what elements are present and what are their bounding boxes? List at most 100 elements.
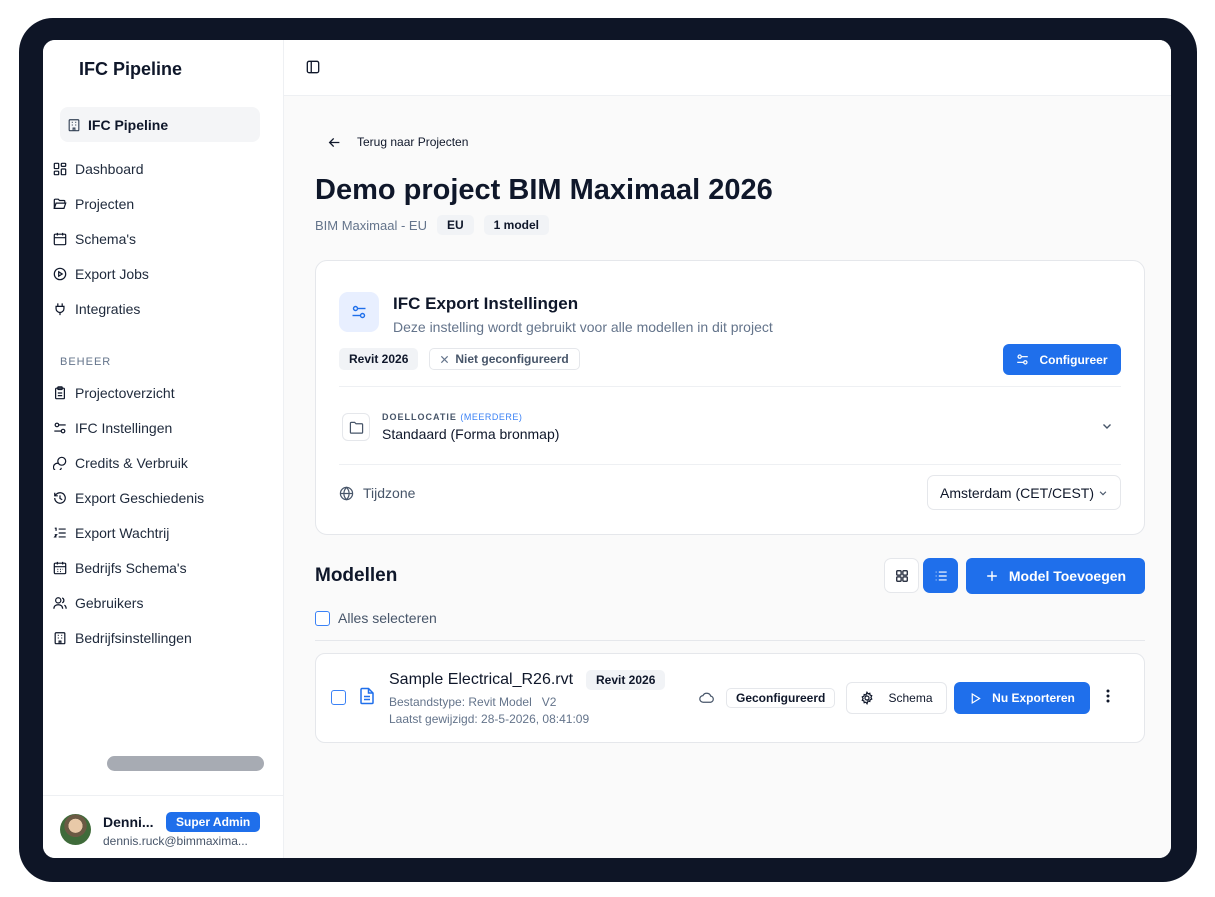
nav-item-export-jobs[interactable]: Export Jobs xyxy=(52,256,272,291)
sliders-icon xyxy=(352,305,366,319)
export-now-button[interactable]: Nu Exporteren xyxy=(954,682,1090,714)
export-now-label: Nu Exporteren xyxy=(992,691,1075,705)
project-meta: BIM Maximaal - EU EU 1 model xyxy=(315,215,549,235)
add-model-label: Model Toevoegen xyxy=(1008,568,1127,584)
timezone-select[interactable]: Amsterdam (CET/CEST) xyxy=(927,475,1121,510)
play-icon xyxy=(971,692,981,704)
settings-card-icon-box xyxy=(339,292,379,332)
play-circle-icon xyxy=(53,267,67,280)
avatar xyxy=(60,814,91,845)
sliders-icon xyxy=(54,422,66,433)
models-title: Modellen xyxy=(315,565,398,586)
sidebar: IFC Pipeline IFC Pipeline Dashboard Proj… xyxy=(43,40,284,858)
nav-label: Export Wachtrij xyxy=(75,524,170,541)
close-icon xyxy=(441,355,449,363)
destination-label: DOELLOCATIE (MEERDERE) xyxy=(382,412,522,422)
back-link-label: Terug naar Projecten xyxy=(357,135,469,149)
plus-icon xyxy=(987,571,997,581)
app-window: IFC Pipeline IFC Pipeline Dashboard Proj… xyxy=(43,40,1171,858)
calendar-icon xyxy=(53,232,67,245)
nav-label: Bedrijfs Schema's xyxy=(75,559,187,576)
workspace-selector[interactable]: IFC Pipeline xyxy=(60,107,260,142)
select-all-checkbox[interactable] xyxy=(315,610,330,626)
calendar-grid-icon xyxy=(53,561,67,574)
model-name[interactable]: Sample Electrical_R26.rvt xyxy=(389,671,573,689)
schema-button[interactable]: Schema xyxy=(846,682,947,714)
sliders-icon xyxy=(1017,354,1029,365)
add-model-button[interactable]: Model Toevoegen xyxy=(966,558,1145,594)
top-bar xyxy=(284,40,1171,96)
destination-label-text: DOELLOCATIE xyxy=(382,412,457,422)
cloud-icon xyxy=(699,692,714,703)
company-name: BIM Maximaal - EU xyxy=(315,217,427,233)
history-icon xyxy=(54,491,66,504)
model-count-tag: 1 model xyxy=(483,215,549,235)
model-modified: Laatst gewijzigd: 28-5-2026, 08:41:09 xyxy=(389,712,590,726)
card-divider xyxy=(339,464,1121,465)
nav-label: Projecten xyxy=(75,195,135,212)
nav-label: Bedrijfsinstellingen xyxy=(75,629,192,646)
configure-label: Configureer xyxy=(1039,352,1108,367)
model-checkbox[interactable] xyxy=(331,690,346,705)
destination-hint: (MEERDERE) xyxy=(460,412,523,422)
user-menu[interactable]: Denni... Super Admin dennis.ruck@bimmaxi… xyxy=(43,795,284,858)
model-type-line: Bestandstype: Revit Model V2 xyxy=(389,695,556,709)
user-email: dennis.ruck@bimmaxima... xyxy=(103,834,248,848)
chevron-down-icon[interactable] xyxy=(1101,420,1113,432)
nav-item-export-wachtrij[interactable]: Export Wachtrij xyxy=(52,515,272,550)
nav-label: Schema's xyxy=(75,230,137,247)
file-text-icon xyxy=(360,687,374,705)
nav-item-dashboard[interactable]: Dashboard xyxy=(52,151,272,186)
building-icon xyxy=(54,631,66,644)
sidebar-scrollbar[interactable] xyxy=(107,756,264,771)
nav-label: Export Geschiedenis xyxy=(75,489,205,506)
role-badge: Super Admin xyxy=(166,812,261,832)
list-divider xyxy=(315,640,1145,641)
timezone-value: Amsterdam (CET/CEST) xyxy=(940,484,1095,501)
destination-value: Standaard (Forma bronmap) xyxy=(382,426,560,442)
folder-open-icon xyxy=(53,198,67,209)
nav-item-export-geschiedenis[interactable]: Export Geschiedenis xyxy=(52,480,272,515)
plug-icon xyxy=(55,302,65,315)
workspace-label: IFC Pipeline xyxy=(88,116,169,133)
admin-nav: Projectoverzicht IFC Instellingen Credit… xyxy=(52,375,272,655)
configure-button[interactable]: Configureer xyxy=(1003,344,1121,375)
main-content: Terug naar Projecten Demo project BIM Ma… xyxy=(284,40,1171,858)
settings-card-title: IFC Export Instellingen xyxy=(393,294,579,313)
nav-item-bedrijfs-schemas[interactable]: Bedrijfs Schema's xyxy=(52,550,272,585)
nav-label: IFC Instellingen xyxy=(75,419,173,436)
nav-item-integraties[interactable]: Integraties xyxy=(52,291,272,326)
nav-label: Export Jobs xyxy=(75,265,149,282)
model-row: Sample Electrical_R26.rvt Revit 2026 Bes… xyxy=(315,653,1145,743)
nav-item-projectoverzicht[interactable]: Projectoverzicht xyxy=(52,375,272,410)
card-divider xyxy=(339,386,1121,387)
nav-item-projecten[interactable]: Projecten xyxy=(52,186,272,221)
nav-label: Integraties xyxy=(75,300,141,317)
user-name: Denni... xyxy=(103,814,154,830)
select-all[interactable]: Alles selecteren xyxy=(315,610,437,626)
clipboard-icon xyxy=(55,385,65,399)
globe-icon xyxy=(339,486,354,500)
config-status-tag: Niet geconfigureerd xyxy=(429,348,580,370)
grid-view-button[interactable] xyxy=(884,558,919,593)
nav-label: Credits & Verbruik xyxy=(75,454,188,471)
list-ordered-icon xyxy=(53,527,66,538)
folder-icon xyxy=(349,421,363,434)
nav-item-gebruikers[interactable]: Gebruikers xyxy=(52,585,272,620)
nav-item-schemas[interactable]: Schema's xyxy=(52,221,272,256)
config-status-label: Niet geconfigureerd xyxy=(455,352,569,366)
model-status-tag: Geconfigureerd xyxy=(726,688,836,708)
sidebar-toggle-icon[interactable] xyxy=(306,60,320,74)
more-vertical-icon[interactable] xyxy=(1106,689,1110,703)
nav-label: Dashboard xyxy=(75,160,144,177)
nav-item-bedrijfsinstellingen[interactable]: Bedrijfsinstellingen xyxy=(52,620,272,655)
primary-nav: Dashboard Projecten Schema's Export Jobs… xyxy=(52,151,272,326)
nav-item-ifc-instellingen[interactable]: IFC Instellingen xyxy=(52,410,272,445)
model-revision: V2 xyxy=(541,695,557,709)
grid-icon xyxy=(895,569,908,582)
nav-item-credits[interactable]: Credits & Verbruik xyxy=(52,445,272,480)
back-link[interactable]: Terug naar Projecten xyxy=(328,135,468,149)
section-label-beheer: BEHEER xyxy=(60,356,112,368)
list-view-button[interactable] xyxy=(923,558,958,593)
users-icon xyxy=(53,596,67,609)
